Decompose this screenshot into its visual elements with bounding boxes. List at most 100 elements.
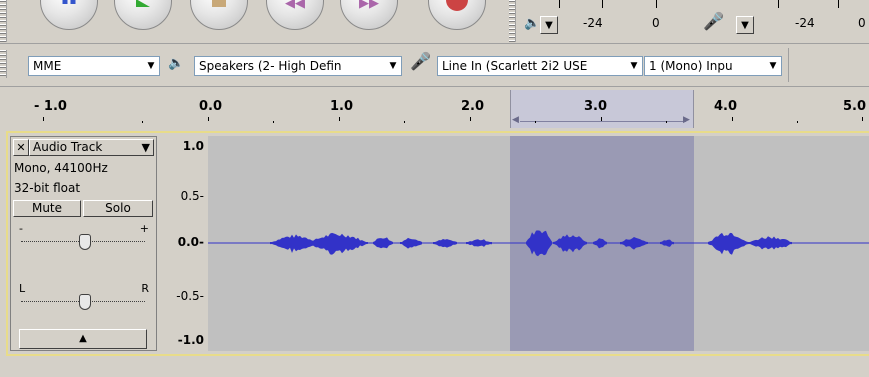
- selection-span-line: [520, 121, 686, 122]
- scale-label-bottom: -1.0: [177, 333, 204, 347]
- track-bit-depth: 32-bit float: [14, 181, 81, 195]
- scale-label-top: 1.0: [182, 139, 204, 153]
- meter-tick: [656, 0, 657, 8]
- play-icon: [136, 0, 150, 7]
- chevron-down-icon: ▼: [385, 57, 401, 75]
- playback-meter-menu[interactable]: ▼: [540, 16, 558, 34]
- ruler-label: 0.0: [199, 99, 223, 114]
- record-icon: [446, 0, 468, 11]
- input-channels-value: 1 (Mono) Inpu: [649, 59, 733, 73]
- toolbar-end-divider: [788, 48, 789, 82]
- skip-end-icon: ▶▶: [359, 0, 379, 11]
- speaker-icon: 🔈: [524, 16, 541, 31]
- gain-plus-label: +: [139, 222, 149, 235]
- device-toolbar: MME ▼ 🔈 Speakers (2- High Defin ▼ 🎤 Line…: [0, 44, 869, 84]
- ruler-label: 4.0: [714, 99, 738, 114]
- meter-toolbar-grip[interactable]: [509, 0, 516, 42]
- meter-tick: [778, 0, 779, 8]
- timeline-ruler[interactable]: [0, 87, 869, 128]
- ruler-tick: [208, 117, 209, 121]
- record-meter-menu[interactable]: ▼: [736, 16, 754, 34]
- output-device-value: Speakers (2- High Defin: [199, 59, 342, 73]
- track-control-panel: ✕ Audio Track ▼ Mono, 44100Hz 32-bit flo…: [10, 136, 157, 351]
- record-button[interactable]: [428, 0, 486, 30]
- track-format: Mono, 44100Hz: [14, 161, 108, 175]
- skip-start-icon: ◀◀: [285, 0, 305, 11]
- pan-left-label: L: [19, 282, 26, 295]
- input-channels-select[interactable]: 1 (Mono) Inpu ▼: [644, 56, 782, 76]
- selection-end-arrow-icon[interactable]: ▶: [683, 115, 690, 125]
- ruler-tick: [601, 117, 602, 121]
- ruler-label: 2.0: [461, 99, 485, 114]
- collapse-track-button[interactable]: ▲: [19, 329, 147, 349]
- track-name: Audio Track: [33, 140, 103, 154]
- close-icon[interactable]: ✕: [13, 139, 29, 156]
- waveform-burst: [308, 232, 368, 255]
- pan-slider[interactable]: L R: [19, 282, 149, 320]
- microphone-icon: 🎤: [703, 12, 725, 32]
- ruler-tick: [732, 117, 733, 121]
- ruler-tick: [862, 117, 863, 121]
- ruler-tick: [43, 117, 44, 121]
- meter-tick: [838, 0, 839, 8]
- speaker-icon: 🔈: [168, 56, 185, 71]
- waveform-burst: [620, 237, 648, 250]
- solo-button[interactable]: Solo: [83, 200, 153, 217]
- stop-button[interactable]: [190, 0, 248, 30]
- waveform: [208, 230, 869, 257]
- ruler-label: - 1.0: [34, 99, 67, 114]
- scale-label-lower: -0.5-: [176, 289, 204, 303]
- play-button[interactable]: [114, 0, 172, 30]
- ruler-minor-tick: [535, 121, 536, 123]
- device-toolbar-grip[interactable]: [0, 50, 7, 78]
- gain-slider-thumb[interactable]: [79, 234, 91, 250]
- ruler-tick: [470, 117, 471, 121]
- waveform-burst: [708, 232, 748, 255]
- ruler-minor-tick: [797, 121, 798, 123]
- skip-to-start-button[interactable]: ◀◀: [266, 0, 324, 30]
- empty-track-area[interactable]: [0, 356, 869, 377]
- ruler-minor-tick: [666, 121, 667, 123]
- gain-slider[interactable]: - +: [19, 222, 149, 260]
- chevron-down-icon: ▼: [626, 57, 642, 75]
- scale-label-mid: 0.0-: [177, 235, 204, 249]
- pan-slider-thumb[interactable]: [79, 294, 91, 310]
- meter-tick: [602, 0, 603, 8]
- waveform-area[interactable]: [208, 136, 869, 351]
- ruler-label: 1.0: [330, 99, 354, 114]
- input-device-value: Line In (Scarlett 2i2 USE: [442, 59, 588, 73]
- ruler-minor-tick: [142, 121, 143, 123]
- chevron-down-icon: ▼: [141, 141, 150, 154]
- track-name-menu[interactable]: Audio Track ▼: [29, 139, 154, 156]
- waveform-burst: [553, 234, 587, 253]
- transport-toolbar: ◀◀ ▶▶ 🔈 ▼ -24 0 🎤 ▼ -24 0: [0, 0, 869, 43]
- vertical-scale[interactable]: 1.0 0.5- 0.0- -0.5- -1.0: [160, 136, 208, 351]
- waveform-burst: [593, 238, 607, 249]
- chevron-down-icon: ▼: [143, 57, 159, 75]
- ruler-minor-tick: [273, 121, 274, 123]
- output-device-select[interactable]: Speakers (2- High Defin ▼: [194, 56, 402, 76]
- waveform-burst: [660, 239, 674, 247]
- stop-icon: [212, 0, 226, 7]
- audio-host-select[interactable]: MME ▼: [28, 56, 160, 76]
- microphone-icon: 🎤: [410, 52, 432, 72]
- ruler-label: 5.0: [843, 99, 867, 114]
- pause-icon: [62, 0, 76, 7]
- waveform-burst: [373, 237, 393, 249]
- skip-to-end-button[interactable]: ▶▶: [340, 0, 398, 30]
- gain-minus-label: -: [19, 222, 23, 235]
- playback-db-left: -24: [583, 16, 603, 30]
- pan-right-label: R: [141, 282, 149, 295]
- pause-button[interactable]: [40, 0, 98, 30]
- ruler-label: 3.0: [584, 99, 608, 114]
- waveform-burst: [526, 230, 552, 257]
- ruler-minor-tick: [404, 121, 405, 123]
- waveform-burst: [433, 239, 457, 248]
- scale-label-upper: 0.5-: [180, 189, 204, 203]
- mute-button[interactable]: Mute: [13, 200, 81, 217]
- ruler-tick: [339, 117, 340, 121]
- selection-start-arrow-icon[interactable]: ◀: [512, 115, 519, 125]
- playback-db-right: 0: [652, 16, 660, 30]
- input-device-select[interactable]: Line In (Scarlett 2i2 USE ▼: [437, 56, 643, 76]
- toolbar-grip[interactable]: [0, 0, 7, 42]
